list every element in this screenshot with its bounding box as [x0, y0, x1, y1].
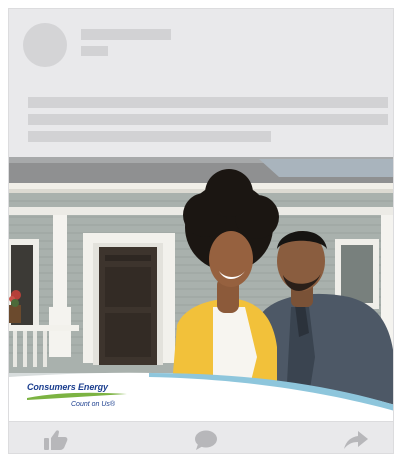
share-button[interactable] [342, 429, 370, 451]
social-post-card: Consumers Energy Count on Us® [8, 8, 394, 454]
post-text-placeholder-line [28, 114, 388, 125]
thumbs-up-icon [44, 430, 68, 450]
post-meta-placeholder [81, 46, 108, 56]
post-text-placeholder-line [28, 97, 388, 108]
post-action-bar [9, 421, 393, 453]
consumers-energy-logo[interactable]: Consumers Energy Count on Us® [23, 378, 133, 414]
brand-tagline: Count on Us® [71, 401, 116, 408]
like-button[interactable] [42, 429, 70, 451]
comment-button[interactable] [192, 429, 220, 451]
share-arrow-icon [344, 431, 368, 449]
logo-swoosh-icon [27, 392, 127, 400]
avatar[interactable] [23, 23, 67, 67]
author-name-placeholder [81, 29, 171, 40]
speech-bubble-icon [195, 430, 217, 450]
post-text-placeholder-line [28, 131, 271, 142]
